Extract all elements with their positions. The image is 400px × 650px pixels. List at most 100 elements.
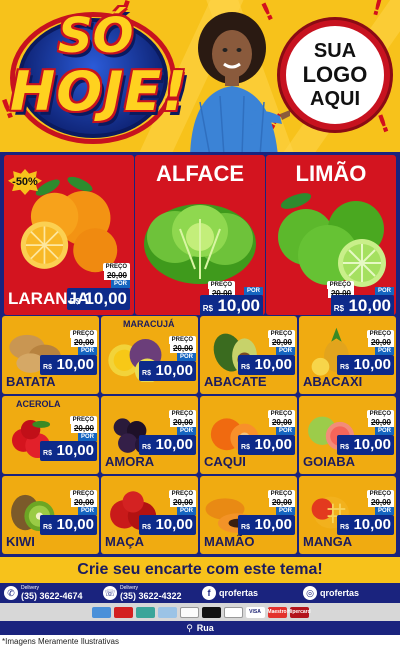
new-price: R$ 10,00: [199, 295, 263, 315]
product-card-caqui[interactable]: PREÇO 20,00 POR R$ 10,00 CAQUI: [200, 396, 297, 474]
product-name: LARANJA: [8, 289, 90, 308]
hipercard-icon: Hipercard: [287, 606, 311, 618]
card-icon: [91, 606, 111, 618]
visa-icon: VISA: [245, 606, 265, 618]
product-card-kiwi[interactable]: PREÇO 20,00 POR R$ 10,00 KIWI: [2, 476, 99, 554]
voucher-icon: [157, 606, 177, 618]
price-tag-new: POR R$ 10,00: [199, 287, 263, 315]
por-label: POR: [176, 353, 196, 361]
new-price: R$ 10,00: [238, 435, 295, 455]
bank-card-icon: [179, 606, 199, 618]
old-price: 20,00: [103, 271, 130, 280]
instagram-contact[interactable]: ◎ qrofertas: [303, 586, 359, 600]
facebook-icon: f: [202, 586, 216, 600]
product-name: ABACAXI: [303, 374, 363, 389]
payment-methods: VISA Maestro Hipercard: [0, 603, 400, 621]
por-label: POR: [275, 427, 295, 435]
logo-line: AQUI: [310, 88, 360, 110]
old-price: 20,00: [169, 418, 196, 427]
exclamation-icon: !: [373, 108, 394, 140]
new-price: R$ 10,00: [238, 515, 295, 535]
new-price: R$ 10,00: [337, 435, 394, 455]
product-card-goiaba[interactable]: PREÇO 20,00 POR R$ 10,00 GOIABA: [299, 396, 396, 474]
por-label: POR: [374, 427, 394, 435]
product-card-maça[interactable]: PREÇO 20,00 POR R$ 10,00 MAÇA: [101, 476, 198, 554]
price-label: PREÇO: [69, 416, 97, 424]
price-label: PREÇO: [366, 410, 394, 418]
product-name: MANGA: [303, 534, 353, 549]
old-price: 20,00: [70, 338, 97, 347]
whatsapp-number: (35) 3622-4674: [21, 591, 83, 601]
product-name: ABACATE: [204, 374, 267, 389]
price-tag: PREÇO 20,00 POR R$ 10,00: [238, 410, 295, 455]
new-price: R$ 10,00: [330, 295, 394, 315]
product-card-maracujá[interactable]: MARACUJÁ PREÇO 20,00 POR R$ 10,00: [101, 316, 198, 394]
product-name: KIWI: [6, 534, 35, 549]
address-text: Rua: [196, 623, 214, 633]
new-price: R$ 10,00: [139, 515, 196, 535]
product-name: CAQUI: [204, 454, 246, 469]
product-name: ALFACE: [156, 161, 244, 186]
new-price: R$ 10,00: [139, 435, 196, 455]
product-card-amora[interactable]: PREÇO 20,00 POR R$ 10,00 AMORA: [101, 396, 198, 474]
product-card-abacaxi[interactable]: PREÇO 20,00 POR R$ 10,00 ABACAXI: [299, 316, 396, 394]
elo-icon: [201, 606, 221, 618]
por-label: POR: [275, 347, 295, 355]
phone-icon: ☏: [103, 586, 117, 600]
price-label: PREÇO: [366, 330, 394, 338]
phone-number: (35) 3622-4322: [120, 591, 182, 601]
address-bar: ⚲ Rua: [0, 621, 400, 635]
por-label: POR: [176, 507, 196, 515]
new-price: R$ 10,00: [238, 355, 295, 375]
diners-icon: [223, 606, 243, 618]
price-tag: PREÇO 20,00 POR R$ 10,00: [40, 330, 97, 375]
new-price: R$ 10,00: [40, 441, 97, 461]
product-card-acerola[interactable]: ACEROLA PREÇO 20,00 POR R$ 10,00: [2, 396, 99, 474]
new-price: R$ 10,00: [139, 361, 196, 381]
old-price: 20,00: [169, 498, 196, 507]
por-label: POR: [110, 280, 130, 288]
pix-icon: [135, 606, 155, 618]
por-label: POR: [77, 433, 97, 441]
product-card-alface[interactable]: ALFACE PREÇO 20,00 POR R$ 10,00: [135, 155, 265, 315]
price-label: PREÇO: [168, 336, 196, 344]
product-card-abacate[interactable]: PREÇO 20,00 POR R$ 10,00 ABACATE: [200, 316, 297, 394]
cta-banner[interactable]: Crie seu encarte com este tema!: [0, 557, 400, 583]
product-card-manga[interactable]: PREÇO 20,00 POR R$ 10,00 MANGA: [299, 476, 396, 554]
product-card-batata[interactable]: PREÇO 20,00 POR R$ 10,00 BATATA: [2, 316, 99, 394]
price-label: PREÇO: [267, 330, 295, 338]
old-price: 20,00: [169, 344, 196, 353]
product-name: MAÇA: [105, 534, 144, 549]
headline-hoje: HOJE!: [10, 60, 188, 123]
facebook-contact[interactable]: f qrofertas: [202, 586, 258, 600]
headline-so: SÓ: [58, 8, 134, 64]
price-label: PREÇO: [366, 490, 394, 498]
old-price: 20,00: [268, 338, 295, 347]
whatsapp-icon: ✆: [4, 586, 18, 600]
por-label: POR: [77, 507, 97, 515]
location-pin-icon: ⚲: [186, 622, 193, 633]
new-price: R$ 10,00: [40, 355, 97, 375]
product-name: BATATA: [6, 374, 56, 389]
product-card-laranja[interactable]: -50% PREÇO 20,00 POR R$ 10,00 LARANJA: [4, 155, 134, 315]
price-tag: PREÇO 20,00 POR R$ 10,00: [337, 330, 394, 375]
product-card-limao[interactable]: LIMÃO PREÇO 20,00 POR R$ 10,00: [266, 155, 396, 315]
whatsapp-contact[interactable]: ✆ Delivery (35) 3622-4674: [4, 585, 83, 601]
product-card-mamão[interactable]: PREÇO 20,00 POR R$ 10,00 MAMÃO: [200, 476, 297, 554]
new-price: R$ 10,00: [337, 515, 394, 535]
old-price: 20,00: [367, 498, 394, 507]
disclaimer: *Imagens Meramente Ilustrativas: [2, 637, 119, 646]
por-label: POR: [374, 287, 394, 295]
chinese-card-icon: [113, 606, 133, 618]
price-label: PREÇO: [267, 490, 295, 498]
old-price: 20,00: [268, 498, 295, 507]
logo-line: SUA: [313, 40, 357, 62]
price-label: PREÇO: [69, 330, 97, 338]
price-label: PREÇO: [267, 410, 295, 418]
phone-contact[interactable]: ☏ Delivery (35) 3622-4322: [103, 585, 182, 601]
por-label: POR: [77, 347, 97, 355]
old-price: 20,00: [268, 418, 295, 427]
store-logo-placeholder: SUA LOGO AQUI: [280, 20, 390, 130]
price-tag: PREÇO 20,00 POR R$ 10,00: [139, 410, 196, 455]
price-tag: PREÇO 20,00 POR R$ 10,00: [238, 330, 295, 375]
